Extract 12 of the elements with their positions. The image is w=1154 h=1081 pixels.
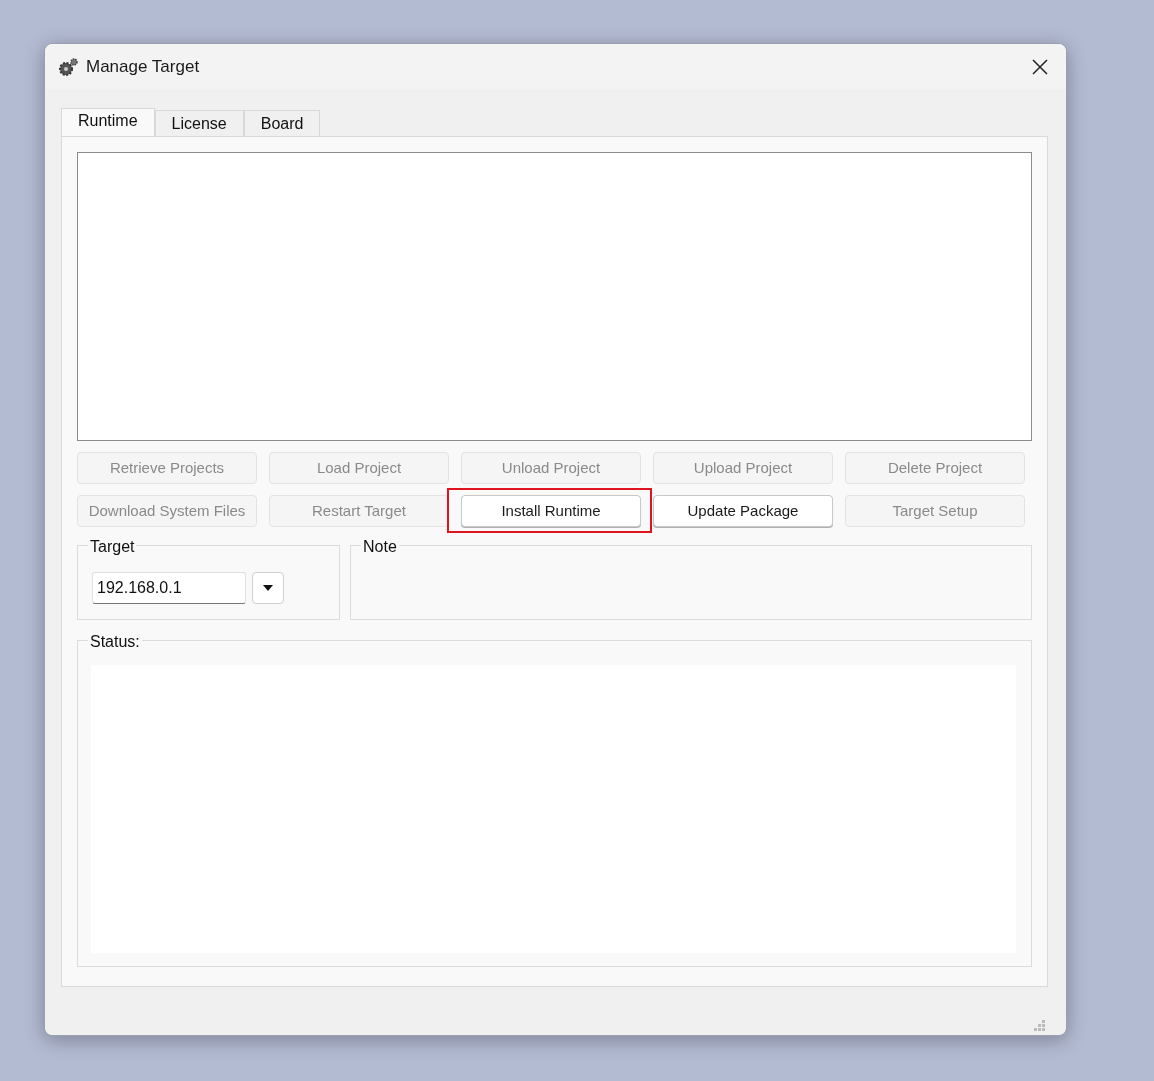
resize-grip-icon [1034,1020,1046,1032]
gears-icon [57,56,79,77]
tab[interactable]: Board [243,110,321,136]
tab[interactable]: Runtime [61,108,155,136]
window-title: Manage Target [86,55,200,78]
caret-icon [263,585,273,591]
close-icon [1032,58,1048,75]
ip-address-field[interactable]: 192.168.0.1 [92,572,246,604]
action-button[interactable]: Install Runtime [461,495,641,527]
action-button[interactable]: Update Package [653,495,833,527]
tab[interactable]: License [154,110,244,136]
dropdown-button[interactable] [252,572,284,604]
